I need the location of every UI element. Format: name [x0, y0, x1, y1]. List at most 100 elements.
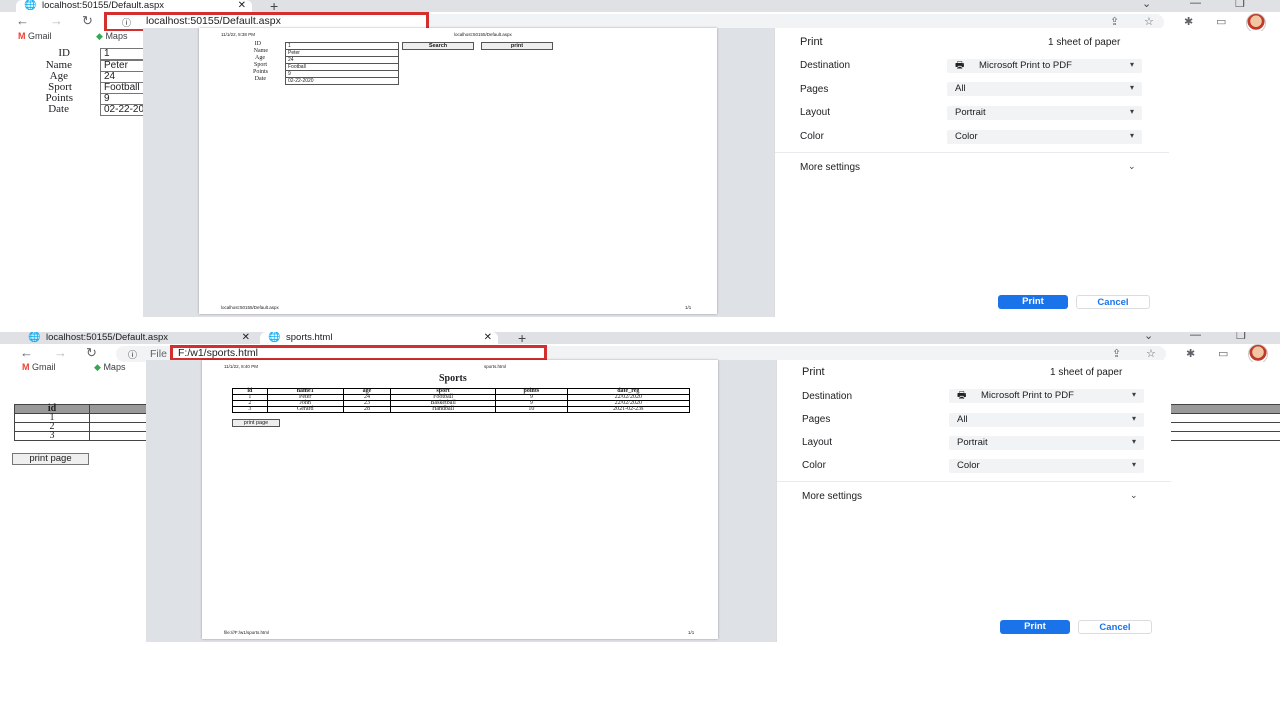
- color-value: Color: [957, 460, 980, 471]
- close-icon[interactable]: ✕: [484, 332, 492, 344]
- pages-select[interactable]: All ▾: [949, 413, 1144, 427]
- printer-icon: 🖶: [957, 390, 967, 401]
- layout-select[interactable]: Portrait ▾: [949, 436, 1144, 450]
- print-page-button[interactable]: print page: [12, 453, 89, 465]
- pages-select[interactable]: All ▾: [947, 82, 1142, 96]
- close-icon[interactable]: ✕: [242, 332, 250, 344]
- cancel-button[interactable]: Cancel: [1078, 620, 1152, 634]
- top-tab-default-aspx[interactable]: 🌐 localhost:50155/Default.aspx ✕: [16, 0, 252, 12]
- bookmark-label: Maps: [103, 362, 126, 372]
- top-url-text[interactable]: localhost:50155/Default.aspx: [146, 15, 281, 27]
- back-icon[interactable]: ←: [20, 345, 33, 360]
- color-label: Color: [802, 460, 826, 471]
- sidepanel-icon[interactable]: ▭: [1216, 15, 1226, 28]
- forward-icon[interactable]: →: [50, 13, 63, 28]
- info-icon[interactable]: ⓘ: [128, 348, 137, 361]
- mini-label-date: Date: [254, 76, 266, 82]
- restore-icon[interactable]: ❐: [1236, 332, 1246, 342]
- mini-print-page-button: print page: [232, 419, 280, 427]
- dropdown-caret-icon: ▾: [1131, 460, 1136, 469]
- destination-label: Destination: [802, 391, 853, 402]
- destination-select[interactable]: 🖶 Microsoft Print to PDF ▾: [949, 389, 1144, 403]
- preview-footer-page: 1/1: [685, 305, 692, 310]
- layout-value: Portrait: [955, 107, 986, 118]
- dropdown-caret-icon: ▾: [1131, 437, 1136, 446]
- extensions-icon[interactable]: ✱: [1184, 15, 1193, 28]
- minimize-icon[interactable]: —: [1190, 0, 1201, 9]
- gmail-icon: M: [22, 362, 30, 372]
- color-select[interactable]: Color ▾: [949, 459, 1144, 473]
- globe-icon: 🌐: [28, 332, 41, 343]
- layout-select[interactable]: Portrait ▾: [947, 106, 1142, 120]
- cancel-button[interactable]: Cancel: [1076, 295, 1150, 309]
- more-settings-toggle[interactable]: More settings: [800, 162, 860, 173]
- color-select[interactable]: Color ▾: [947, 130, 1142, 144]
- mini-label-name: Name: [253, 48, 268, 54]
- share-icon[interactable]: ⇪: [1112, 347, 1121, 360]
- layout-label: Layout: [802, 437, 833, 448]
- gmail-icon: M: [18, 31, 26, 41]
- pages-value: All: [955, 83, 966, 94]
- sports-table: id name1 age sport points date_reg 1 Pet…: [232, 388, 691, 413]
- share-icon[interactable]: ⇪: [1110, 15, 1119, 28]
- top-print-preview-page: 11/1/22, 8:38 PM localhost:50155/Default…: [199, 28, 717, 314]
- reload-icon[interactable]: ↻: [82, 13, 93, 29]
- bookmark-gmail[interactable]: M Gmail: [18, 31, 52, 41]
- close-icon[interactable]: ✕: [238, 0, 246, 12]
- info-icon[interactable]: ⓘ: [122, 16, 131, 29]
- bottom-tab-default-aspx[interactable]: 🌐 localhost:50155/Default.aspx ✕: [20, 332, 256, 344]
- pages-value: All: [957, 414, 968, 425]
- bookmark-label: Gmail: [28, 31, 52, 41]
- bottom-tab-sports-html[interactable]: 🌐 sports.html ✕: [260, 332, 498, 344]
- dropdown-caret-icon: ▾: [1131, 390, 1136, 399]
- bookmark-maps[interactable]: ◆ Maps: [96, 31, 127, 42]
- url-scheme-chip[interactable]: File: [150, 348, 167, 360]
- minimize-icon[interactable]: —: [1190, 332, 1201, 341]
- chevron-down-icon[interactable]: ⌄: [1142, 0, 1151, 10]
- table-cell: 3: [14, 431, 90, 441]
- forward-icon[interactable]: →: [54, 345, 67, 360]
- tab-title: localhost:50155/Default.aspx: [46, 332, 168, 343]
- mini-search-button: Search: [402, 42, 474, 50]
- print-title: Print: [800, 36, 823, 48]
- sports-title: Sports: [439, 373, 467, 384]
- extensions-icon[interactable]: ✱: [1186, 347, 1195, 360]
- print-button[interactable]: Print: [998, 295, 1068, 309]
- preview-header-date: 11/1/22, 8:40 PM: [224, 364, 258, 369]
- chevron-down-icon[interactable]: ⌄: [1144, 332, 1153, 342]
- bookmark-gmail[interactable]: M Gmail: [22, 362, 56, 372]
- chevron-down-icon[interactable]: ⌄: [1130, 490, 1138, 501]
- back-icon[interactable]: ←: [16, 13, 29, 28]
- destination-value: Microsoft Print to PDF: [979, 60, 1072, 71]
- table-row: 3 Gerard 28 Handball 10 2021-02-23s: [232, 406, 691, 413]
- bottom-print-preview-page: 11/1/22, 8:40 PM sports.html Sports id n…: [202, 360, 718, 639]
- settings-divider: [775, 152, 1169, 153]
- bottom-url-text[interactable]: F:/w1/sports.html: [178, 347, 258, 359]
- dropdown-caret-icon: ▾: [1131, 414, 1136, 423]
- avatar[interactable]: [1246, 13, 1266, 33]
- bookmark-label: Maps: [105, 31, 128, 41]
- star-icon[interactable]: ☆: [1146, 347, 1156, 360]
- print-button[interactable]: Print: [1000, 620, 1070, 634]
- form-label-date: Date: [48, 103, 69, 115]
- top-tab-strip: 🌐 localhost:50155/Default.aspx ✕ + ⌄ — ❐: [0, 0, 1280, 14]
- top-print-dialog: 11/1/22, 8:38 PM localhost:50155/Default…: [143, 28, 1169, 317]
- bottom-tab-strip: 🌐 localhost:50155/Default.aspx ✕ 🌐 sport…: [0, 332, 1280, 346]
- layout-label: Layout: [800, 107, 831, 118]
- tab-title: localhost:50155/Default.aspx: [42, 0, 164, 11]
- avatar[interactable]: [1248, 344, 1268, 364]
- restore-icon[interactable]: ❐: [1235, 0, 1245, 10]
- color-value: Color: [955, 131, 978, 142]
- bookmark-label: Gmail: [32, 362, 56, 372]
- bookmark-maps[interactable]: ◆ Maps: [94, 362, 125, 373]
- table-cell: 28: [342, 406, 392, 413]
- dropdown-caret-icon: ▾: [1129, 107, 1134, 116]
- destination-select[interactable]: 🖶 Microsoft Print to PDF ▾: [947, 59, 1142, 73]
- maps-icon: ◆: [94, 362, 101, 372]
- reload-icon[interactable]: ↻: [86, 345, 97, 361]
- sidepanel-icon[interactable]: ▭: [1218, 347, 1228, 360]
- star-icon[interactable]: ☆: [1144, 15, 1154, 28]
- chevron-down-icon[interactable]: ⌄: [1128, 161, 1136, 172]
- more-settings-toggle[interactable]: More settings: [802, 491, 862, 502]
- bottom-print-settings-pane: Print 1 sheet of paper Destination 🖶 Mic…: [776, 360, 1171, 642]
